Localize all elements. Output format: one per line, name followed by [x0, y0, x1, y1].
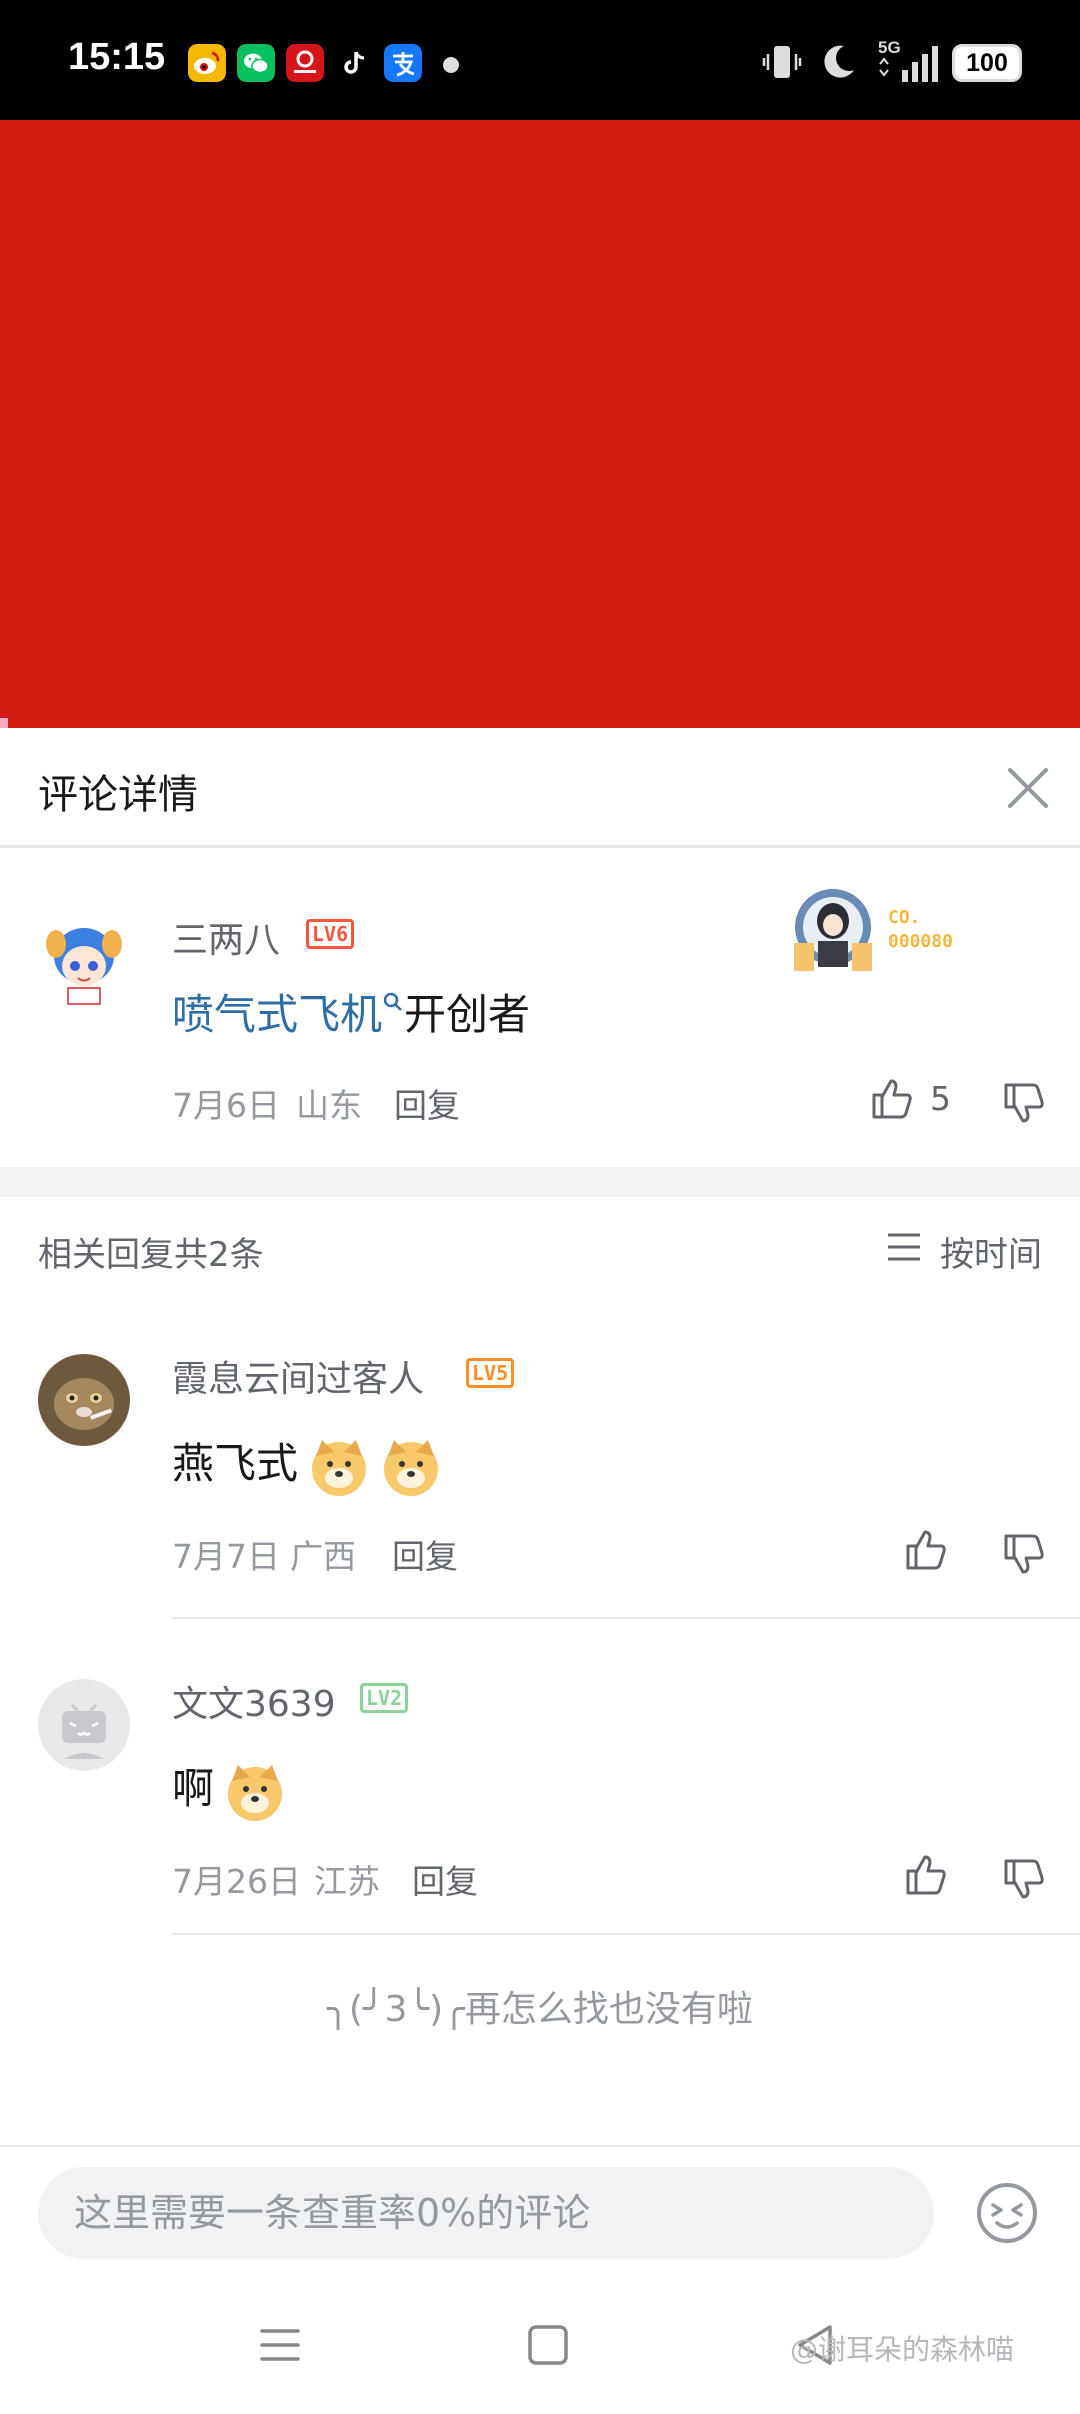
fan-badge-label: CO.: [888, 907, 921, 928]
sort-label: 按时间: [940, 1235, 1042, 1275]
battery-icon: 100: [952, 44, 1022, 82]
default-avatar-icon[interactable]: [38, 1679, 130, 1771]
like-icon[interactable]: [902, 1851, 950, 1899]
replies-header: 相关回复共2条 按时间: [0, 1197, 1080, 1307]
battery-level: 100: [966, 49, 1008, 77]
like-icon[interactable]: [902, 1526, 950, 1574]
replies-count: 相关回复共2条: [38, 1235, 264, 1275]
video-banner[interactable]: [0, 120, 1080, 728]
comment-date: 7月6日: [172, 1086, 280, 1125]
emoji-icon[interactable]: [975, 2181, 1039, 2245]
row-divider: [172, 1933, 1080, 1935]
fan-badge-number: 000080: [888, 931, 954, 952]
menu-icon[interactable]: [250, 2315, 310, 2375]
reply-item: 文文3639 LV2 啊 7月26日 江苏 回复: [0, 1635, 1080, 1935]
doge-emoji-icon: [228, 1764, 283, 1821]
comment-location: 山东: [296, 1086, 362, 1125]
alipay-icon: [384, 44, 422, 82]
fan-badge: CO. 000080: [788, 881, 988, 977]
reply-text: 燕飞式: [172, 1439, 299, 1488]
comment-input[interactable]: [74, 2167, 894, 2259]
home-icon[interactable]: [518, 2315, 578, 2375]
status-time: 15:15: [68, 36, 166, 78]
comment-text: 喷气式飞机 开创者: [172, 981, 530, 1042]
avatar[interactable]: [38, 916, 130, 1008]
news-app-icon: [286, 44, 324, 82]
comment-input-bar: [0, 2145, 1080, 2285]
reply-button[interactable]: 回复: [412, 1855, 478, 1903]
notification-dot: [443, 57, 459, 73]
level-badge: LV5: [466, 1358, 515, 1388]
sort-button[interactable]: 按时间: [872, 1225, 1042, 1275]
comment-location: 广西: [290, 1537, 356, 1576]
signal-bars-icon: [879, 46, 938, 82]
comment-text: 啊: [172, 1755, 286, 1823]
weibo-icon: [188, 44, 226, 82]
end-of-list-text: ╮(╯3╰)╭再怎么找也没有啦: [327, 1989, 753, 2030]
comment-text-rest: 开创者: [404, 990, 531, 1039]
moon-icon: [824, 45, 854, 78]
comment-text: 燕飞式: [172, 1430, 442, 1498]
dislike-icon[interactable]: [1000, 1855, 1048, 1903]
dislike-icon[interactable]: [1000, 1079, 1048, 1127]
banner-edge-mark: [0, 718, 8, 728]
dislike-icon[interactable]: [1000, 1530, 1048, 1578]
reply-item: 霞息云间过客人 LV5 燕飞式 7月7日 广西 回复: [0, 1310, 1080, 1615]
close-icon[interactable]: [998, 758, 1058, 818]
tiktok-icon: [335, 44, 373, 82]
reply-button[interactable]: 回复: [392, 1530, 458, 1578]
comment-date: 7月26日: [172, 1862, 301, 1901]
reply-button[interactable]: 回复: [394, 1079, 460, 1127]
username[interactable]: 霞息云间过客人: [172, 1350, 424, 1402]
sort-list-icon: [888, 1233, 920, 1261]
main-comment: 三两八 LV6 CO. 000080 喷气式飞机 开创者 7月6日 山东 回复 5: [0, 851, 1080, 1167]
level-badge: LV6: [306, 919, 355, 949]
level-badge: LV2: [360, 1683, 409, 1713]
signal-indicator: 5G: [874, 38, 944, 84]
username[interactable]: 三两八: [172, 911, 280, 963]
watermark: @谢耳朵的森林喵: [790, 2333, 1015, 2366]
username[interactable]: 文文3639: [172, 1675, 336, 1727]
comment-detail-header: 评论详情: [0, 728, 1080, 848]
fan-badge-icon: [794, 889, 872, 971]
doge-emoji-icon: [384, 1439, 439, 1496]
wechat-icon: [237, 44, 275, 82]
like-icon[interactable]: [868, 1075, 916, 1123]
doge-emoji-icon: [312, 1439, 367, 1496]
comment-input-field[interactable]: [38, 2167, 934, 2259]
row-divider: [172, 1617, 1080, 1619]
like-count: 5: [930, 1079, 951, 1118]
reply-text: 啊: [172, 1764, 215, 1813]
status-bar: 15:15 5G 100: [0, 0, 1080, 120]
comment-location: 江苏: [314, 1862, 380, 1901]
comment-date: 7月7日: [172, 1537, 280, 1576]
vibrate-icon: [762, 46, 802, 78]
avatar[interactable]: [38, 1354, 130, 1446]
search-icon[interactable]: [382, 991, 404, 1013]
section-divider: [0, 1167, 1080, 1197]
panel-title: 评论详情: [38, 772, 198, 818]
search-link[interactable]: 喷气式飞机: [172, 990, 382, 1039]
